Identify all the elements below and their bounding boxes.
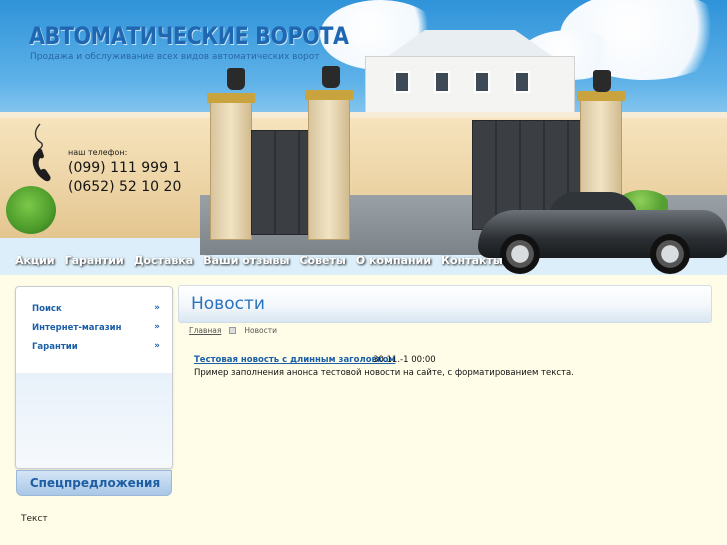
car-illustration xyxy=(478,188,727,274)
gate-left xyxy=(251,130,311,235)
bush-left xyxy=(6,186,56,234)
specials-title: Спецпредложения xyxy=(29,476,161,490)
page-title: Новости xyxy=(191,294,265,314)
sidebar-item-label: Интернет-магазин xyxy=(32,323,122,333)
breadcrumb-home-link[interactable]: Главная xyxy=(189,326,221,335)
content-header: Новости xyxy=(178,285,712,323)
phone-label: наш телефон: xyxy=(68,148,128,157)
main-nav: Акции Гарантии Доставка Ваши отзывы Сове… xyxy=(0,251,503,271)
phone-number: (0652) 52 10 20 xyxy=(68,179,182,195)
header-banner: АВТОМАТИЧЕСКИЕ ВОРОТА Продажа и обслужив… xyxy=(0,0,727,275)
nav-item-about[interactable]: О компании xyxy=(351,251,436,271)
lamp-icon xyxy=(593,70,611,92)
phone-number: (099) 111 999 1 xyxy=(68,160,182,176)
sidebar-item-label: Гарантии xyxy=(32,342,78,352)
site-subtitle: Продажа и обслуживание всех видов автома… xyxy=(30,52,320,62)
nav-item-guarantees[interactable]: Гарантии xyxy=(60,251,129,271)
breadcrumb: Главная Новости xyxy=(189,326,277,335)
gate-pillar xyxy=(577,91,625,198)
gate-pillar xyxy=(305,90,353,240)
breadcrumb-current: Новости xyxy=(244,326,278,335)
chevron-right-icon: » xyxy=(154,322,160,332)
nav-item-contacts[interactable]: Контакты xyxy=(436,251,508,271)
news-summary: Пример заполнения анонса тестовой новост… xyxy=(194,368,574,378)
nav-item-promotions[interactable]: Акции xyxy=(10,251,60,271)
breadcrumb-separator-icon xyxy=(229,327,237,334)
nav-item-tips[interactable]: Советы xyxy=(294,251,350,271)
sidebar-item-label: Поиск xyxy=(32,304,62,314)
nav-item-reviews[interactable]: Ваши отзывы xyxy=(198,251,294,271)
sidebar-item-guarantees[interactable]: Гарантии » xyxy=(32,340,160,358)
chevron-right-icon: » xyxy=(154,303,160,313)
news-date: 30.11.-1 00:00 xyxy=(373,355,436,365)
specials-text: Текст xyxy=(21,514,48,524)
phone-icon xyxy=(32,123,51,182)
nav-item-delivery[interactable]: Доставка xyxy=(129,251,199,271)
gate-pillar xyxy=(207,93,255,240)
site-title[interactable]: АВТОМАТИЧЕСКИЕ ВОРОТА xyxy=(29,22,349,50)
lamp-icon xyxy=(322,66,340,88)
news-title-link[interactable]: Тестовая новость с длинным заголовком xyxy=(194,355,395,365)
chevron-right-icon: » xyxy=(154,341,160,351)
sidebar-menu: Поиск » Интернет-магазин » Гарантии » xyxy=(15,286,173,469)
sidebar-item-search[interactable]: Поиск » xyxy=(32,302,160,320)
sidebar-item-shop[interactable]: Интернет-магазин » xyxy=(32,321,160,339)
specials-header: Спецпредложения xyxy=(16,470,172,496)
lamp-icon xyxy=(227,68,245,90)
